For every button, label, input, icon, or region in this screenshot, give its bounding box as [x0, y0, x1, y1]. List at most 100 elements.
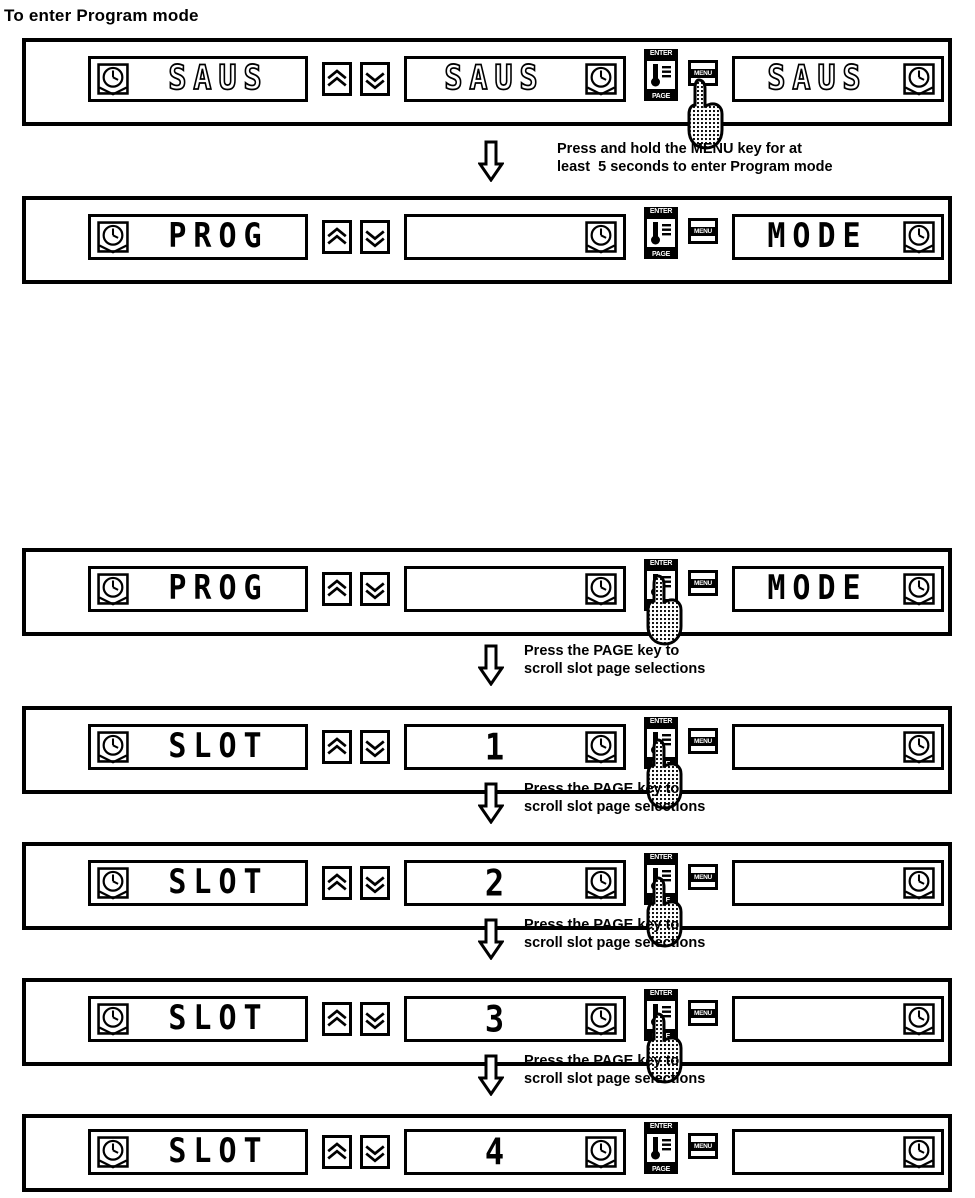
page-label: PAGE — [644, 92, 678, 101]
double-chevron-up-icon — [327, 873, 347, 891]
double-chevron-up-icon — [327, 1142, 347, 1160]
menu-key[interactable]: MENU — [688, 570, 718, 596]
thermostat-unit: PROG ENTER PAGE MENU MODE — [22, 196, 952, 284]
menu-key[interactable]: MENU — [688, 218, 718, 244]
middle-display-panel — [404, 566, 626, 612]
right-display-text: MODE — [767, 216, 868, 257]
page-label: PAGE — [644, 250, 678, 259]
instruction-text: Press the PAGE key to scroll slot page s… — [524, 1053, 706, 1087]
menu-key[interactable]: MENU — [688, 864, 718, 890]
thermometer-icon — [651, 1137, 671, 1160]
enter-label: ENTER — [644, 1122, 678, 1131]
enter-page-key[interactable]: ENTER PAGE — [644, 717, 678, 769]
page-label: PAGE — [644, 760, 678, 769]
middle-display-panel: 3 — [404, 996, 626, 1042]
left-display-panel: PROG — [88, 214, 308, 260]
enter-label: ENTER — [644, 207, 678, 216]
flow-arrow — [478, 1054, 504, 1096]
clock-icon — [903, 63, 935, 96]
thermometer-icon — [651, 732, 671, 755]
page-label: PAGE — [644, 896, 678, 905]
double-chevron-up-icon — [327, 737, 347, 755]
slot-number: 3 — [484, 997, 505, 1041]
left-display-panel: SLOT — [88, 1129, 308, 1175]
down-arrow-key[interactable] — [360, 220, 390, 254]
up-arrow-key[interactable] — [322, 866, 352, 900]
page-label: PAGE — [644, 602, 678, 611]
left-display-panel: PROG — [88, 566, 308, 612]
enter-page-key[interactable]: ENTER PAGE — [644, 853, 678, 905]
down-arrow-icon — [478, 918, 504, 960]
down-arrow-icon — [478, 140, 504, 182]
menu-key[interactable]: MENU — [688, 60, 718, 86]
up-arrow-key[interactable] — [322, 730, 352, 764]
enter-page-key[interactable]: ENTER PAGE — [644, 49, 678, 101]
enter-page-key[interactable]: ENTER PAGE — [644, 559, 678, 611]
slot-number: 2 — [484, 861, 505, 905]
clock-icon — [585, 573, 617, 606]
page-label: PAGE — [644, 1165, 678, 1174]
down-arrow-key[interactable] — [360, 1002, 390, 1036]
down-arrow-icon — [478, 782, 504, 824]
clock-icon — [585, 1003, 617, 1036]
double-chevron-down-icon — [365, 876, 385, 894]
down-arrow-key[interactable] — [360, 572, 390, 606]
left-display-text: SAUS — [168, 58, 269, 99]
right-display-panel: MODE — [732, 214, 944, 260]
left-display-text: PROG — [168, 568, 269, 609]
right-display-text: MODE — [767, 568, 868, 609]
thermometer-icon — [651, 574, 671, 597]
clock-icon — [97, 1003, 129, 1036]
thermostat-unit: SLOT 4 ENTER PAGE MENU — [22, 1114, 952, 1192]
down-arrow-key[interactable] — [360, 866, 390, 900]
up-arrow-key[interactable] — [322, 1002, 352, 1036]
page-label: PAGE — [644, 1032, 678, 1041]
slot-number: 4 — [484, 1130, 505, 1174]
clock-icon — [585, 867, 617, 900]
clock-icon — [903, 221, 935, 254]
right-display-panel — [732, 996, 944, 1042]
enter-page-key[interactable]: ENTER PAGE — [644, 1122, 678, 1174]
clock-icon — [97, 63, 129, 96]
middle-display-panel: 1 — [404, 724, 626, 770]
flow-arrow — [478, 644, 504, 686]
up-arrow-key[interactable] — [322, 220, 352, 254]
clock-icon — [903, 731, 935, 764]
double-chevron-down-icon — [365, 582, 385, 600]
down-arrow-key[interactable] — [360, 62, 390, 96]
up-arrow-key[interactable] — [322, 62, 352, 96]
up-arrow-key[interactable] — [322, 572, 352, 606]
right-display-panel: SAUS — [732, 56, 944, 102]
menu-label: MENU — [691, 872, 715, 882]
page-title: To enter Program mode — [4, 6, 199, 25]
left-display-text: SLOT — [168, 862, 269, 903]
clock-icon — [97, 867, 129, 900]
menu-label: MENU — [691, 226, 715, 236]
thermometer-icon — [651, 64, 671, 87]
enter-label: ENTER — [644, 989, 678, 998]
left-display-text: SLOT — [168, 1131, 269, 1172]
menu-key[interactable]: MENU — [688, 1133, 718, 1159]
down-arrow-key[interactable] — [360, 730, 390, 764]
up-arrow-key[interactable] — [322, 1135, 352, 1169]
right-display-panel — [732, 860, 944, 906]
middle-display-panel: 4 — [404, 1129, 626, 1175]
instruction-text: Press and hold the MENU key for at least… — [557, 141, 833, 175]
down-arrow-icon — [478, 644, 504, 686]
menu-key[interactable]: MENU — [688, 1000, 718, 1026]
enter-page-key[interactable]: ENTER PAGE — [644, 207, 678, 259]
menu-label: MENU — [691, 1008, 715, 1018]
double-chevron-down-icon — [365, 740, 385, 758]
enter-page-key[interactable]: ENTER PAGE — [644, 989, 678, 1041]
double-chevron-down-icon — [365, 1145, 385, 1163]
thermostat-unit: SLOT 3 ENTER PAGE MENU — [22, 978, 952, 1084]
thermometer-icon — [651, 868, 671, 891]
right-display-text: SAUS — [767, 58, 868, 99]
menu-key[interactable]: MENU — [688, 728, 718, 754]
down-arrow-key[interactable] — [360, 1135, 390, 1169]
thermostat-unit: SLOT 1 ENTER PAGE MENU — [22, 706, 952, 810]
clock-icon — [97, 731, 129, 764]
flow-arrow — [478, 140, 504, 182]
clock-icon — [97, 573, 129, 606]
left-display-text: SLOT — [168, 726, 269, 767]
